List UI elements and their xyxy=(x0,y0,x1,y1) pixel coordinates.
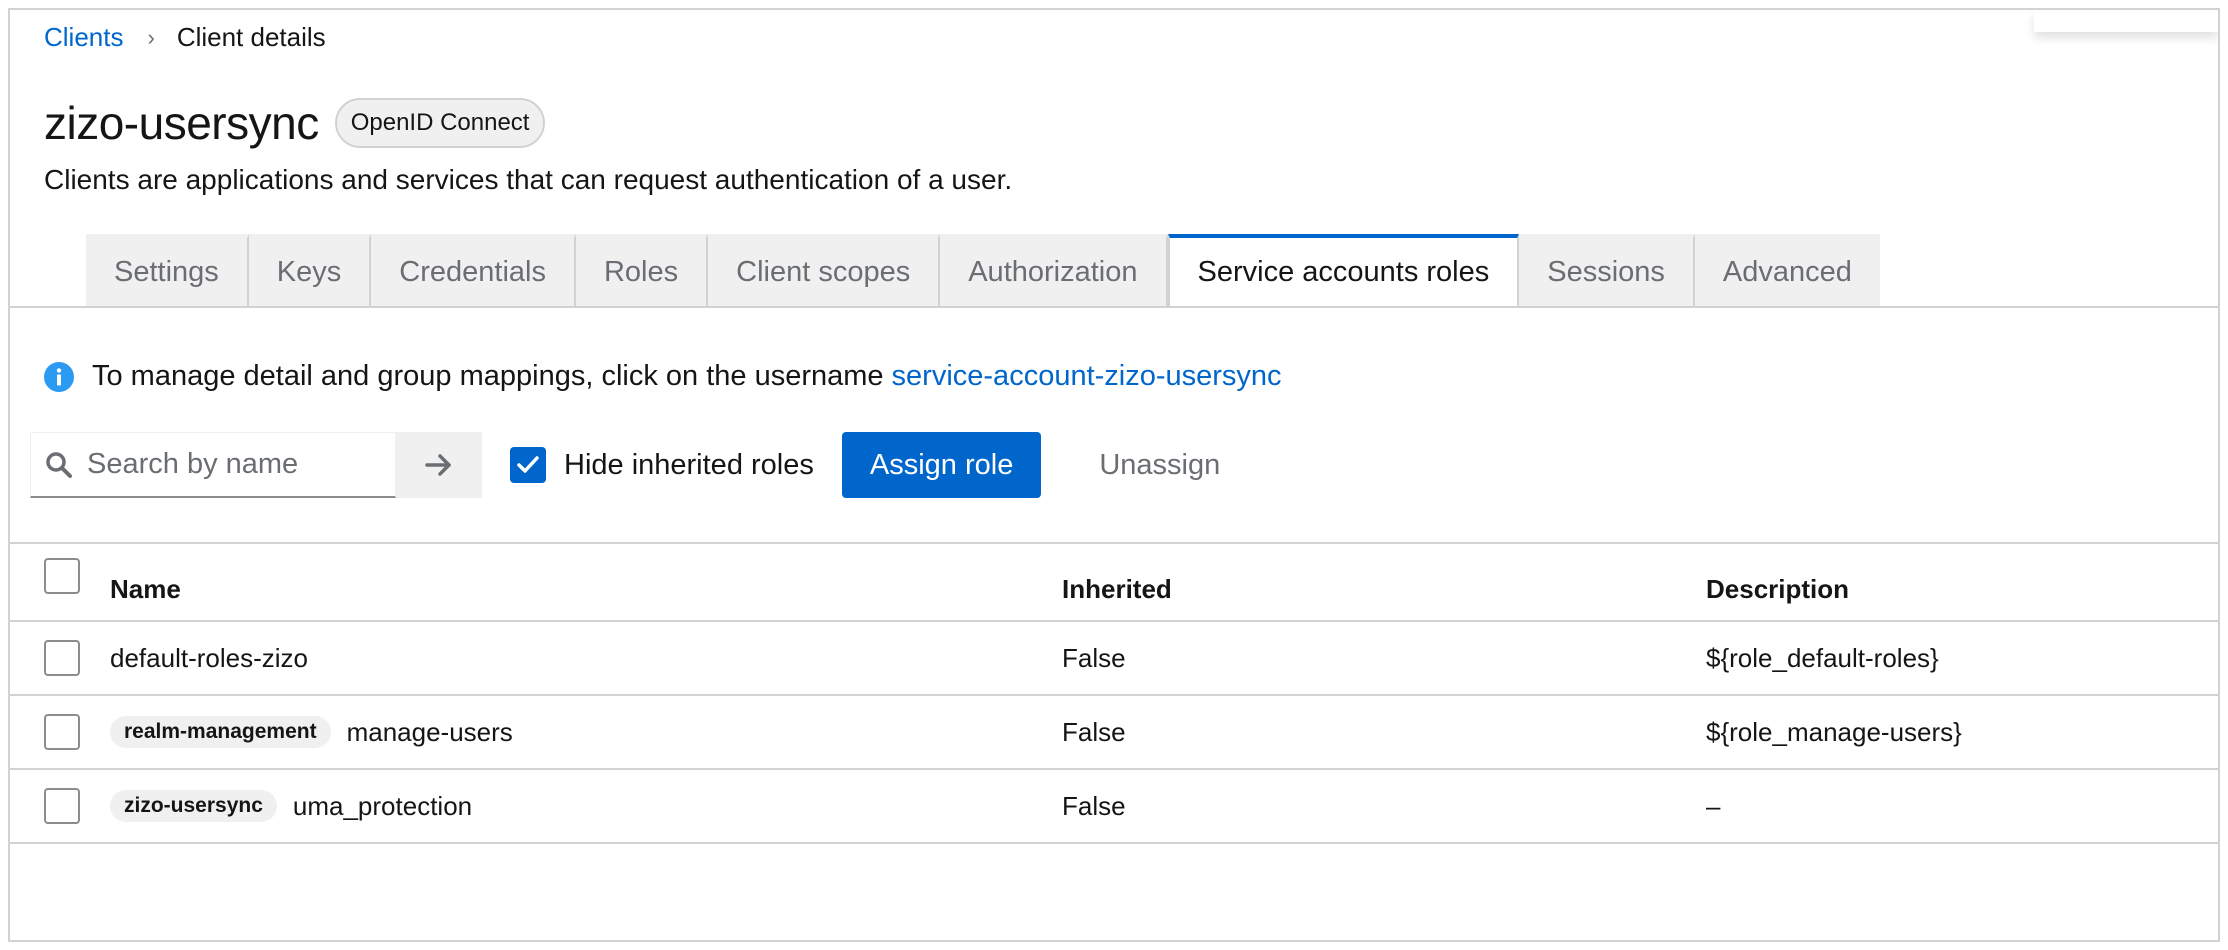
row-checkbox[interactable] xyxy=(44,714,80,750)
tab-client-scopes[interactable]: Client scopes xyxy=(708,234,941,306)
toolbar: Hide inherited roles Assign role Unassig… xyxy=(30,432,1248,498)
tab-roles[interactable]: Roles xyxy=(575,234,709,306)
description-cell: – xyxy=(1706,790,1721,821)
tab-service-accounts-roles[interactable]: Service accounts roles xyxy=(1167,234,1520,306)
search-box xyxy=(30,432,396,498)
role-name: manage-users xyxy=(346,716,513,747)
table-row: realm-management manage-users False ${ro… xyxy=(10,696,2218,770)
tab-advanced[interactable]: Advanced xyxy=(1694,234,1880,306)
tab-keys[interactable]: Keys xyxy=(248,234,372,306)
column-header-name[interactable]: Name xyxy=(110,574,181,605)
roles-table: Name Inherited Description default-roles… xyxy=(10,542,2218,844)
column-header-inherited[interactable]: Inherited xyxy=(1062,574,1172,605)
row-checkbox[interactable] xyxy=(44,640,80,676)
role-name: uma_protection xyxy=(292,790,473,821)
client-badge: realm-management xyxy=(110,716,331,748)
tabs-divider xyxy=(10,306,2218,308)
search-submit-button[interactable] xyxy=(396,432,482,498)
inherited-cell: False xyxy=(1062,716,1126,747)
tab-bar: Settings Keys Credentials Roles Client s… xyxy=(86,234,1880,306)
inherited-cell: False xyxy=(1062,642,1126,673)
tab-credentials[interactable]: Credentials xyxy=(371,234,576,306)
role-name: default-roles-zizo xyxy=(110,642,308,673)
description-cell: ${role_default-roles} xyxy=(1706,642,1939,673)
page-subtitle: Clients are applications and services th… xyxy=(44,164,1013,195)
assign-role-button[interactable]: Assign role xyxy=(841,432,1042,498)
breadcrumb: Clients › Client details xyxy=(44,22,326,53)
tab-settings[interactable]: Settings xyxy=(86,234,249,306)
inherited-cell: False xyxy=(1062,790,1126,821)
title-row: zizo-usersync OpenID Connect xyxy=(44,96,546,150)
checkmark-icon xyxy=(517,456,539,473)
info-message: To manage detail and group mappings, cli… xyxy=(44,360,1282,393)
notification-drawer-edge xyxy=(2034,10,2218,32)
select-all-checkbox[interactable] xyxy=(44,558,80,594)
page-title: zizo-usersync xyxy=(44,97,319,149)
chevron-right-icon: › xyxy=(147,24,155,50)
search-icon xyxy=(46,451,72,478)
hide-inherited-checkbox[interactable] xyxy=(510,447,546,483)
tab-sessions[interactable]: Sessions xyxy=(1519,234,1695,306)
breadcrumb-clients-link[interactable]: Clients xyxy=(44,22,123,53)
table-row: default-roles-zizo False ${role_default-… xyxy=(10,622,2218,696)
service-account-username-link[interactable]: service-account-zizo-usersync xyxy=(892,360,1282,393)
breadcrumb-current: Client details xyxy=(176,22,326,52)
info-circle-icon xyxy=(44,361,74,392)
role-name-cell: realm-management manage-users xyxy=(110,716,513,748)
arrow-right-icon xyxy=(425,454,451,476)
search-input[interactable] xyxy=(87,448,377,481)
unassign-button[interactable]: Unassign xyxy=(1071,432,1248,498)
table-row: zizo-usersync uma_protection False – xyxy=(10,770,2218,844)
tab-authorization[interactable]: Authorization xyxy=(940,234,1168,306)
description-cell: ${role_manage-users} xyxy=(1706,716,1962,747)
client-badge: zizo-usersync xyxy=(110,790,277,822)
protocol-badge: OpenID Connect xyxy=(334,98,546,148)
hide-inherited-roles-toggle[interactable]: Hide inherited roles xyxy=(510,447,814,483)
hide-inherited-label: Hide inherited roles xyxy=(564,448,814,481)
client-details-page: Clients › Client details zizo-usersync O… xyxy=(8,8,2220,942)
role-name-cell: zizo-usersync uma_protection xyxy=(110,790,472,822)
table-header-row: Name Inherited Description xyxy=(10,542,2218,622)
info-text: To manage detail and group mappings, cli… xyxy=(92,360,884,392)
role-name-cell: default-roles-zizo xyxy=(110,643,308,674)
row-checkbox[interactable] xyxy=(44,788,80,824)
column-header-description[interactable]: Description xyxy=(1706,574,1849,605)
